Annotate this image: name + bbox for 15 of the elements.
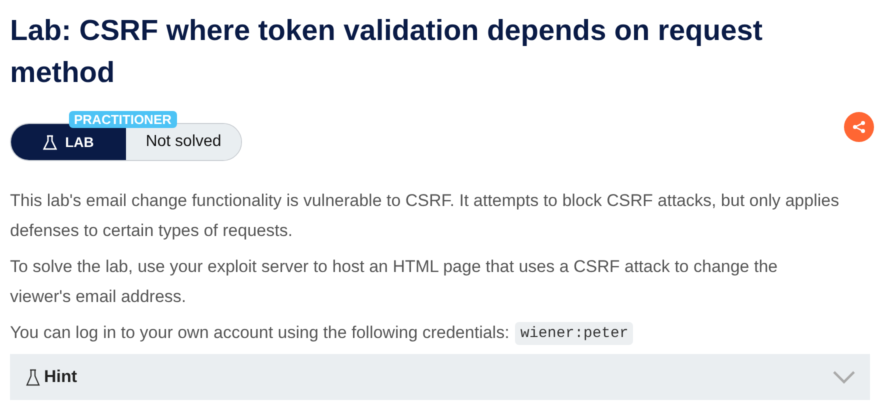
share-icon (852, 120, 866, 134)
hint-label: Hint (44, 367, 78, 387)
flask-icon (26, 368, 40, 386)
lab-title: Lab: CSRF where token validation depends on request method (10, 14, 764, 91)
share-button[interactable] (844, 112, 874, 142)
level-tag: PRACTITIONER (69, 111, 176, 128)
paragraph: You can log in to your own account using the following credentials: (10, 322, 510, 344)
flask-icon (43, 134, 58, 150)
paragraph: To solve the lab, use your exploit server to host an HTML page that uses a CSRF attack to change the viewer's email address. (10, 256, 779, 308)
status-label: Not solved (126, 124, 241, 160)
paragraph: This lab's email change functionality is vulnerable to CSRF. It attempts to block CSRF attacks, but only applies defenses to certain types of requests. (10, 190, 840, 242)
hint-bar[interactable]: Hint (10, 354, 870, 400)
lab-label: LAB (65, 134, 94, 150)
credentials-code: wiener:peter (515, 322, 634, 344)
chevron-icon (832, 370, 856, 384)
